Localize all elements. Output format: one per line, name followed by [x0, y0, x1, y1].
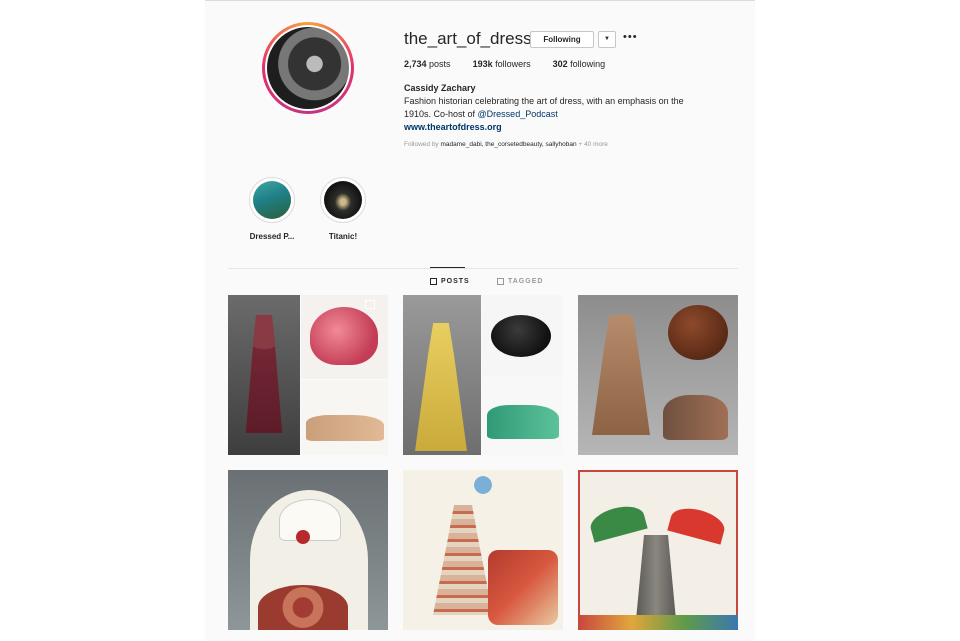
titanic-highlight-icon — [324, 181, 362, 219]
post-thumbnail[interactable] — [228, 470, 388, 630]
dressed-highlight-icon — [253, 181, 291, 219]
bio-line-1: Fashion historian celebrating the art of… — [404, 96, 684, 106]
highlight-dressed[interactable]: Dressed P... — [237, 177, 307, 241]
active-tab-indicator — [430, 267, 465, 268]
profile-avatar[interactable] — [262, 22, 354, 114]
post-thumbnail[interactable] — [578, 295, 738, 455]
full-name: Cassidy Zachary — [404, 83, 476, 93]
multiple-photos-icon — [365, 300, 375, 309]
tag-icon — [497, 278, 504, 285]
bio: Fashion historian celebrating the art of… — [404, 95, 724, 121]
chevron-down-icon[interactable]: ▼ — [598, 31, 616, 48]
highlight-titanic[interactable]: Titanic! — [308, 177, 378, 241]
website-link[interactable]: www.theartofdress.org — [404, 122, 502, 132]
post-thumbnail[interactable] — [228, 295, 388, 455]
following-stat[interactable]: 302 following — [553, 59, 606, 69]
podcast-mention-link[interactable]: @Dressed_Podcast — [478, 109, 558, 119]
bio-line-2: 1910s. Co-host of @Dressed_Podcast — [404, 109, 558, 119]
post-thumbnail[interactable] — [403, 470, 563, 630]
highlight-label: Dressed P... — [249, 232, 295, 241]
highlight-label: Titanic! — [328, 232, 358, 241]
username: the_art_of_dress — [404, 29, 532, 48]
avatar-photo — [267, 27, 349, 109]
post-thumbnail[interactable] — [403, 295, 563, 455]
tabs-divider — [228, 268, 738, 269]
post-thumbnail[interactable] — [578, 470, 738, 630]
profile-stats: 2,734 posts 193k followers 302 following — [404, 59, 605, 69]
grid-icon — [430, 278, 437, 285]
tab-tagged[interactable]: TAGGED — [497, 278, 543, 285]
followers-stat[interactable]: 193k followers — [473, 59, 531, 69]
posts-stat: 2,734 posts — [404, 59, 451, 69]
more-options-icon[interactable]: ••• — [623, 31, 638, 43]
tab-posts[interactable]: POSTS — [430, 278, 470, 285]
following-button[interactable]: Following — [530, 31, 594, 48]
followed-by[interactable]: Followed by madame_dabi, the_corsetedbea… — [404, 141, 608, 148]
